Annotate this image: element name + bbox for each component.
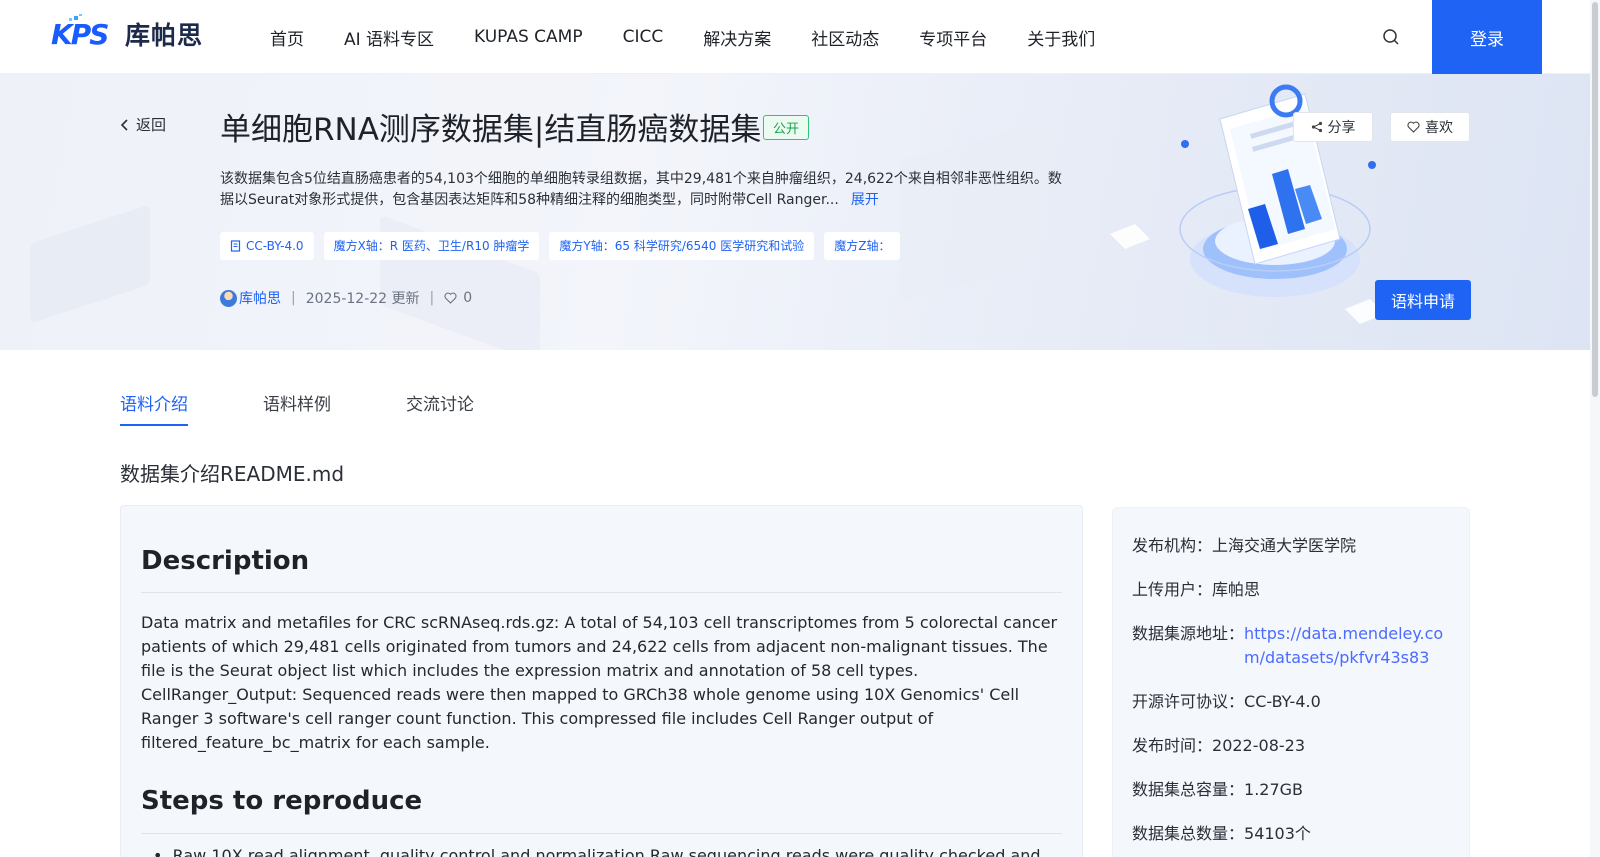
info-label: 开源许可协议：	[1132, 692, 1245, 711]
info-value: 1.27GB	[1244, 780, 1304, 799]
step-text: Raw 10X read alignment, quality control …	[172, 846, 1041, 857]
info-uploader: 上传用户： 库帕思	[1132, 578, 1260, 602]
meta-divider: |	[291, 290, 296, 306]
license-tag[interactable]: CC-BY-4.0	[220, 232, 314, 260]
description-text: 该数据集包含5位结直肠癌患者的54,103个细胞的单细胞转录组数据，其中29,4…	[220, 171, 1062, 208]
nav-item-about[interactable]: 关于我们	[1027, 25, 1095, 50]
expand-link[interactable]: 展开	[851, 192, 879, 208]
divider	[141, 833, 1062, 834]
dataset-banner: 返回 单细胞RNA测序数据集|结直肠癌数据集 公开 该数据集包含5位结直肠癌患者…	[0, 74, 1590, 350]
info-publish-date: 发布时间： 2022-08-23	[1132, 734, 1305, 758]
nav-item-ai-corpus[interactable]: AI 语料专区	[344, 25, 434, 50]
content-tabs: 语料介绍 语料样例 交流讨论	[120, 390, 549, 426]
steps-heading: Steps to reproduce	[141, 786, 423, 816]
back-label: 返回	[136, 116, 167, 134]
list-item: • Raw 10X read alignment, quality contro…	[153, 846, 1041, 857]
dataset-meta: 库帕思 | 2025-12-22 更新 | 0	[220, 288, 472, 308]
info-value: 2022-08-23	[1212, 736, 1305, 755]
nav-item-cicc[interactable]: CICC	[623, 27, 664, 47]
visibility-badge: 公开	[763, 115, 810, 140]
tab-samples[interactable]: 语料样例	[263, 390, 331, 426]
readme-heading: 数据集介绍README.md	[120, 462, 345, 486]
banner-decoration	[30, 204, 150, 324]
info-label: 发布时间：	[1132, 736, 1213, 755]
info-value: 54103个	[1244, 824, 1311, 843]
info-label: 数据集总数量：	[1132, 824, 1245, 843]
info-source: 数据集源地址： https://data.mendeley.com/dataset…	[1132, 622, 1459, 670]
tab-introduction[interactable]: 语料介绍	[120, 390, 188, 426]
top-navigation-bar: KPS 库帕思 首页 AI 语料专区 KUPAS CAMP CICC 解决方案 …	[0, 0, 1600, 74]
info-value: CC-BY-4.0	[1244, 692, 1321, 711]
info-organization: 发布机构： 上海交通大学医学院	[1132, 534, 1356, 558]
scrollbar-thumb[interactable]	[1592, 2, 1598, 397]
like-label: 喜欢	[1425, 120, 1453, 136]
search-icon[interactable]	[1380, 26, 1402, 48]
nav-item-home[interactable]: 首页	[270, 25, 304, 50]
info-label: 上传用户：	[1132, 580, 1213, 599]
meta-divider: |	[429, 290, 435, 306]
logo-mark-icon: KPS	[51, 13, 110, 51]
nav-item-solutions[interactable]: 解决方案	[703, 25, 771, 50]
site-logo[interactable]: KPS 库帕思	[51, 13, 204, 54]
license-tag-label: CC-BY-4.0	[246, 239, 304, 253]
info-size: 数据集总容量： 1.27GB	[1132, 778, 1303, 802]
nav-item-platforms[interactable]: 专项平台	[919, 25, 987, 50]
description-heading: Description	[141, 546, 310, 576]
info-value: 上海交通大学医学院	[1212, 536, 1357, 555]
dataset-title: 单细胞RNA测序数据集|结直肠癌数据集	[220, 112, 762, 148]
main-nav: 首页 AI 语料专区 KUPAS CAMP CICC 解决方案 社区动态 专项平…	[270, 0, 1135, 74]
cube-y-tag[interactable]: 魔方Y轴：65 科学研究/6540 医学研究和试验	[549, 232, 815, 260]
source-url-link[interactable]: https://data.mendeley.com/datasets/pkfvr…	[1244, 622, 1459, 670]
nav-item-community[interactable]: 社区动态	[811, 25, 879, 50]
avatar	[220, 289, 237, 307]
info-license: 开源许可协议： CC-BY-4.0	[1132, 690, 1321, 714]
chevron-left-icon	[120, 118, 128, 131]
nav-item-kupas-camp[interactable]: KUPAS CAMP	[474, 27, 583, 47]
document-icon	[230, 240, 241, 252]
login-button[interactable]: 登录	[1432, 0, 1542, 74]
description-body: Data matrix and metafiles for CRC scRNAs…	[141, 613, 1058, 752]
like-button[interactable]: 喜欢	[1390, 112, 1470, 142]
logo-mark: KPS	[51, 13, 119, 58]
cube-z-tag[interactable]: 魔方Z轴：	[824, 232, 901, 260]
tab-discussion[interactable]: 交流讨论	[406, 390, 474, 426]
info-label: 发布机构：	[1132, 536, 1213, 555]
dataset-info-panel: 发布机构： 上海交通大学医学院 上传用户： 库帕思 数据集源地址： https://d…	[1112, 507, 1470, 857]
back-link[interactable]: 返回	[120, 114, 166, 135]
cube-x-tag[interactable]: 魔方X轴：R 医药、卫生/R10 肿瘤学	[323, 232, 540, 260]
apply-corpus-button[interactable]: 语料申请	[1375, 280, 1471, 320]
info-label: 数据集总容量：	[1132, 780, 1245, 799]
info-value: 库帕思	[1212, 580, 1261, 599]
dataset-tags: CC-BY-4.0 魔方X轴：R 医药、卫生/R10 肿瘤学 魔方Y轴：65 科…	[220, 232, 910, 260]
share-button[interactable]: 分享	[1293, 112, 1373, 142]
heart-icon	[1407, 121, 1420, 133]
svg-text:KPS: KPS	[51, 18, 108, 50]
logo-text: 库帕思	[125, 21, 204, 50]
page-scrollbar[interactable]	[1590, 0, 1600, 857]
heart-icon	[444, 292, 457, 304]
author-link[interactable]: 库帕思	[239, 288, 281, 308]
info-count: 数据集总数量： 54103个	[1132, 822, 1311, 846]
like-count: 0	[463, 290, 473, 306]
updated-date: 2025-12-22 更新	[305, 291, 420, 307]
info-label: 数据集源地址：	[1132, 624, 1245, 643]
share-icon	[1311, 121, 1322, 133]
dataset-description: 该数据集包含5位结直肠癌患者的54,103个细胞的单细胞转录组数据，其中29,4…	[220, 169, 1075, 211]
divider	[141, 592, 1062, 593]
share-label: 分享	[1327, 120, 1356, 136]
readme-content: Description Data matrix and metafiles fo…	[120, 505, 1083, 857]
